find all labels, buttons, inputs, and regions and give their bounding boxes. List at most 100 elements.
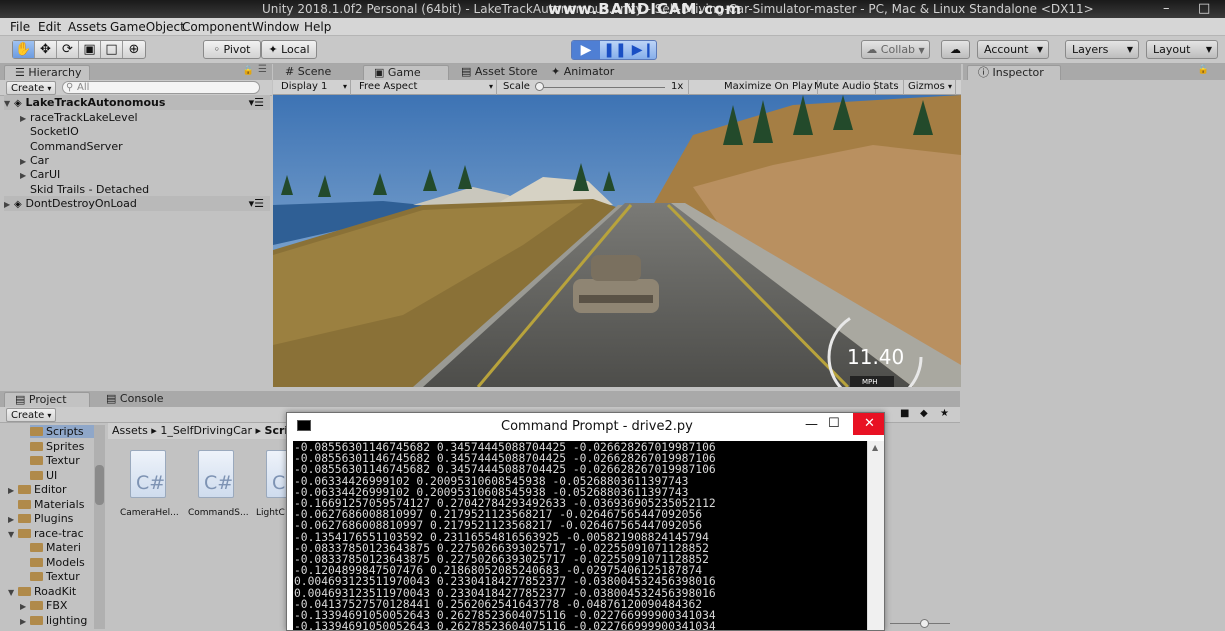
hierarchy-item[interactable]: ▶ raceTrackLakeLevel [20,111,138,124]
project-folder-item[interactable]: Materials [18,498,84,511]
layers-dropdown[interactable]: Layers ▼ [1065,40,1139,59]
expand-icon[interactable]: ▶ [20,617,30,626]
project-folder-item[interactable]: ▶ FBX [20,599,67,612]
rect-icon[interactable]: □ [101,41,123,58]
expand-icon[interactable]: ▼ [8,530,18,539]
hierarchy-item[interactable]: ▶ CarUI [20,168,60,181]
stats-toggle[interactable]: Stats [869,80,904,95]
hierarchy-item[interactable]: ▶ Car [20,154,49,167]
project-folder-item[interactable]: Sprites [30,440,84,453]
menu-assets[interactable]: Assets [68,20,107,34]
hierarchy-item[interactable]: SocketIO [20,125,79,138]
cmd-scrollbar[interactable]: ▲ [867,441,884,630]
account-dropdown[interactable]: Account ▼ [977,40,1049,59]
tab-hierarchy[interactable]: ☰ Hierarchy [4,65,90,80]
scroll-up-icon[interactable]: ▲ [872,443,878,452]
scale-slider[interactable]: Scale 1x [499,80,689,95]
maximize-button[interactable]: □ [1198,0,1210,18]
hand-icon[interactable]: ✋ [13,41,35,58]
transform-icon[interactable]: ⊕ [123,41,145,58]
menu-help[interactable]: Help [304,20,331,34]
hierarchy-item[interactable]: CommandServer [20,140,123,153]
tab-scene[interactable]: # Scene [275,65,341,80]
script-asset[interactable]: C# [196,450,236,500]
lock-icon[interactable]: 🔒 [1198,65,1209,75]
project-folder-item[interactable]: Materi [30,541,81,554]
menu-gameobject[interactable]: GameObject [110,20,185,34]
project-folder-item[interactable]: Models [30,556,85,569]
project-folder-item[interactable]: Textur [30,454,80,467]
local-toggle[interactable]: ✦ Local [261,40,317,59]
project-folder-item[interactable]: ▶ Editor [8,483,67,496]
expand-icon[interactable]: ▶ [20,114,30,123]
breadcrumb-selfdrivingcar[interactable]: 1_SelfDrivingCar [160,424,252,437]
favorite-icon[interactable]: ★ [940,408,949,419]
tree-scrollbar[interactable] [94,425,105,629]
move-icon[interactable]: ✥ [35,41,57,58]
tab-inspector[interactable]: ⓘ Inspector [967,65,1061,80]
scale-track[interactable] [537,87,665,88]
tab-animator[interactable]: ✦ Animator [541,65,624,80]
scene-menu-icon[interactable]: ▾☰ [249,196,264,211]
menu-edit[interactable]: Edit [38,20,61,34]
collab-button[interactable]: ☁ Collab ▼ [861,40,930,59]
expand-icon[interactable]: ▶ [20,157,30,166]
minimize-button[interactable]: — [805,417,818,432]
project-folder-item[interactable]: ▼ RoadKit [8,585,76,598]
display-dropdown[interactable]: Display 1 ▾ [277,80,351,95]
filter-by-label-icon[interactable]: ◆ [920,408,928,419]
menu-window[interactable]: Window [252,20,299,34]
game-view[interactable]: 11.40 MPH [273,95,961,387]
expand-icon[interactable]: ▶ [20,171,30,180]
scale-icon[interactable]: ▣ [79,41,101,58]
dont-destroy-root[interactable]: ▶ ◈ DontDestroyOnLoad ▾☰ [4,196,270,211]
step-icon[interactable]: ▶❙ [629,42,657,58]
scene-menu-icon[interactable]: ▾☰ [249,95,264,110]
pause-icon[interactable]: ❚❚ [601,42,629,58]
icon-size-thumb[interactable] [920,619,929,628]
script-asset[interactable]: C# [128,450,168,500]
minimize-button[interactable]: – [1163,0,1170,18]
expand-icon[interactable]: ▶ [4,197,14,212]
project-folder-item[interactable]: Scripts [30,425,94,438]
tab-asset-store[interactable]: ▤ Asset Store [451,65,548,80]
menu-file[interactable]: File [10,20,30,34]
expand-icon[interactable]: ▼ [8,588,18,597]
aspect-dropdown[interactable]: Free Aspect ▾ [355,80,497,95]
maximize-on-play-toggle[interactable]: Maximize On Play [720,80,818,95]
project-folder-item[interactable]: Textur [30,570,80,583]
project-create-button[interactable]: Create ▾ [6,408,57,422]
layout-dropdown[interactable]: Layout ▼ [1146,40,1218,59]
tree-scroll-thumb[interactable] [95,465,104,505]
expand-icon[interactable]: ▶ [20,602,30,611]
breadcrumb-scripts[interactable]: Scri [265,424,289,437]
scene-root[interactable]: ▼ ◈ LakeTrackAutonomous ▾☰ [4,95,270,110]
project-folder-item[interactable]: ▶ Plugins [8,512,73,525]
cloud-button[interactable]: ☁ [941,40,970,59]
mute-audio-toggle[interactable]: Mute Audio [810,80,876,95]
project-folder-item[interactable]: ▼ race-trac [8,527,84,540]
play-icon[interactable]: ▶ [572,41,600,59]
hierarchy-item[interactable]: Skid Trails - Detached [20,183,149,196]
project-folder-item[interactable]: ▶ lighting [20,614,87,627]
scale-thumb[interactable] [535,82,544,91]
expand-icon[interactable]: ▶ [8,486,18,495]
tab-console[interactable]: ▤ Console [96,392,174,407]
project-folder-item[interactable]: UI [30,469,57,482]
filter-by-type-icon[interactable]: ■ [900,408,909,419]
expand-icon[interactable]: ▶ [8,515,18,524]
gizmos-dropdown[interactable]: Gizmos ▾ [904,80,956,95]
tab-game[interactable]: ▣ Game [363,65,449,80]
close-button[interactable]: ✕ [853,413,884,435]
cmd-output[interactable]: -0.08556301146745682 0.34574445088704425… [293,441,867,630]
menu-component[interactable]: Component [182,20,252,34]
rotate-icon[interactable]: ⟳ [57,41,79,58]
panel-menu-icon[interactable]: ☰ [258,64,267,75]
breadcrumb-assets[interactable]: Assets [112,424,148,437]
tab-project[interactable]: ▤ Project [4,392,90,407]
maximize-button[interactable]: ☐ [828,416,840,431]
pivot-toggle[interactable]: ◦ Pivot [203,40,261,59]
lock-icon[interactable]: 🔒 [243,66,254,76]
create-button[interactable]: Create ▾ [6,81,57,95]
hierarchy-search-input[interactable]: ⚲ All [62,81,260,94]
